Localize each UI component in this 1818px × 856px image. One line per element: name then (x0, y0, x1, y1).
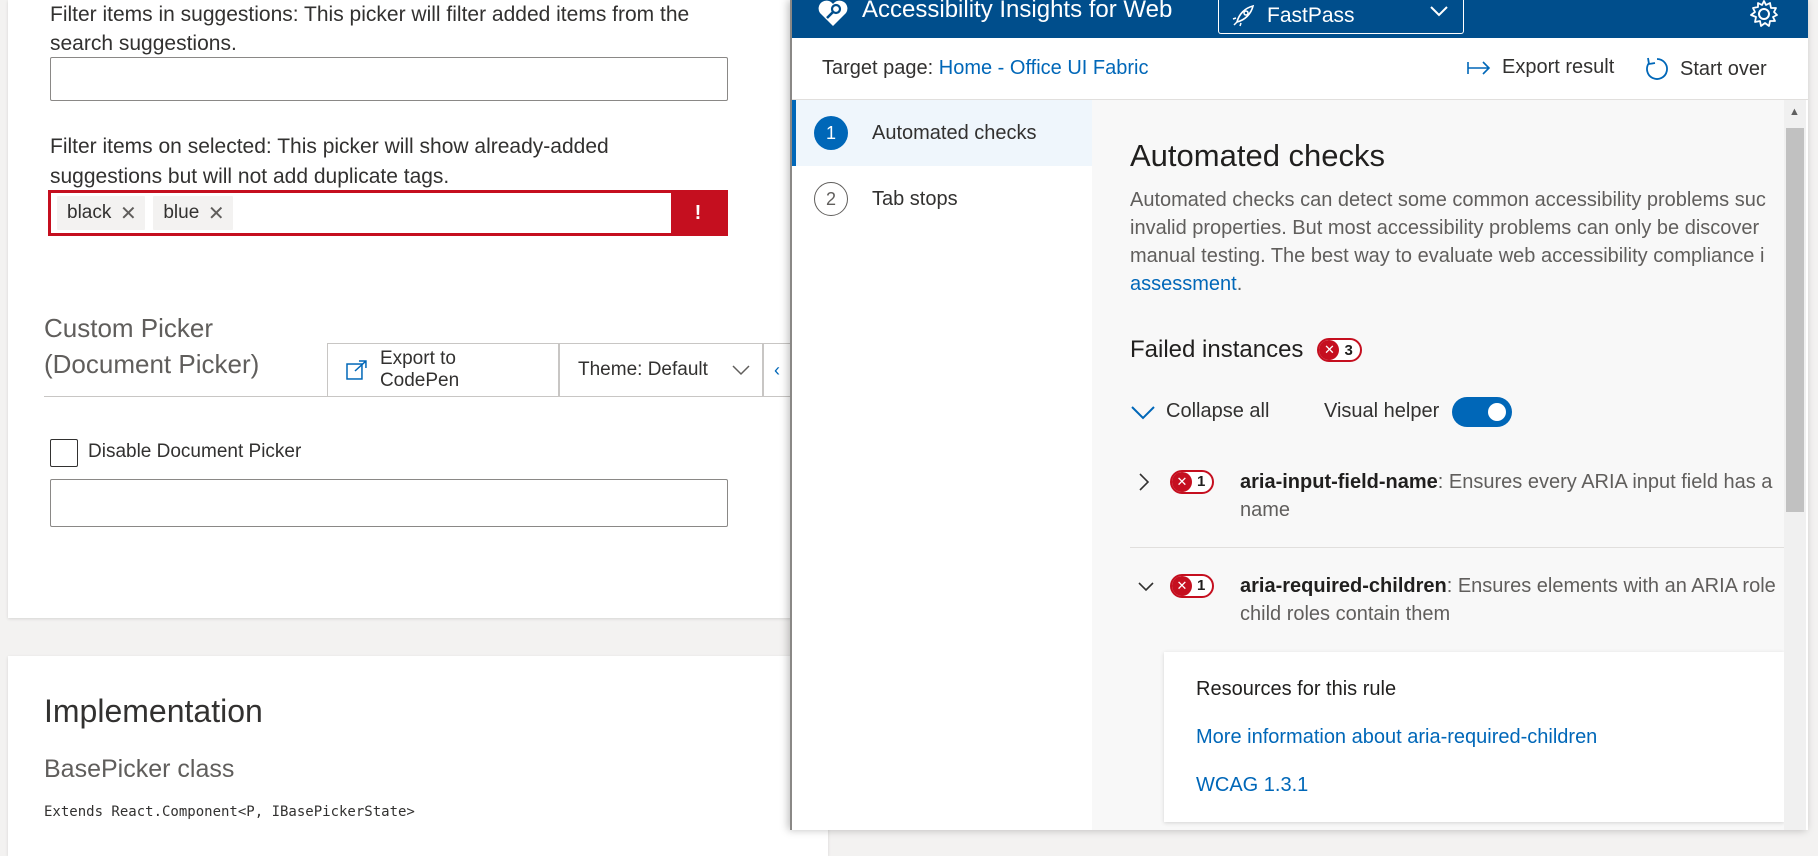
visual-helper-toggle[interactable] (1452, 397, 1512, 427)
error-indicator-icon: ! (671, 193, 725, 233)
custom-picker-title: Custom Picker (44, 313, 214, 343)
theme-dropdown[interactable]: Theme: Default (559, 343, 763, 397)
filter-suggestions-label: Filter items in suggestions: This picker… (50, 3, 690, 26)
external-link-icon (346, 360, 367, 380)
page-description: Automated checks can detect some common … (1130, 186, 1790, 298)
remove-tag-icon[interactable]: ✕ (111, 201, 145, 226)
target-page-prefix: Target page: (822, 57, 934, 79)
implementation-title: Implementation (44, 693, 263, 729)
error-icon: ✕ (1172, 472, 1192, 492)
tag-label: blue (163, 202, 200, 223)
rule-resources-card: Resources for this rule More information… (1164, 652, 1784, 822)
export-to-codepen-button[interactable]: Export to CodePen (327, 343, 559, 397)
filter-suggestions-label-2: search suggestions. (50, 32, 237, 55)
nav-label: Automated checks (872, 121, 1037, 144)
tag-item: blue ✕ (153, 196, 234, 230)
filter-suggestions-input[interactable] (50, 57, 728, 101)
description-line: Automated checks can detect some common … (1130, 189, 1766, 211)
rule-count-badge: ✕ 1 (1170, 470, 1215, 494)
rule-divider (1130, 547, 1792, 548)
export-result-label: Export result (1502, 56, 1615, 78)
theme-label: Theme: Default (578, 359, 708, 380)
content-scrollbar[interactable]: ▲ (1784, 100, 1806, 830)
failed-instances-heading: Failed instances ✕ 3 (1130, 336, 1362, 364)
rule-count: 1 (1197, 473, 1206, 490)
scrollbar-thumb[interactable] (1786, 128, 1804, 512)
step-number-badge: 2 (814, 182, 848, 216)
left-nav: 1 Automated checks 2 Tab stops (792, 100, 1092, 830)
description-line: invalid properties. But most accessibili… (1130, 217, 1760, 239)
refresh-icon (1646, 57, 1668, 80)
rule-name: aria-required-children (1240, 575, 1447, 597)
document-picker-input[interactable] (50, 479, 728, 527)
start-over-button[interactable]: Start over (1644, 56, 1767, 82)
nav-label: Tab stops (872, 187, 958, 210)
description-line: manual testing. The best way to evaluate… (1130, 245, 1765, 267)
error-icon: ✕ (1319, 340, 1340, 360)
filter-selected-label-2: suggestions but will not add duplicate t… (50, 165, 450, 188)
more-information-link[interactable]: More information about aria-required-chi… (1196, 726, 1597, 749)
disable-document-picker-label: Disable Document Picker (88, 441, 302, 462)
rule-text: aria-required-children: Ensures elements… (1240, 572, 1792, 628)
chevron-down-icon (1430, 6, 1448, 17)
app-title: Accessibility Insights for Web (862, 0, 1173, 23)
export-to-codepen-label: Export to CodePen (379, 348, 460, 391)
assessment-link[interactable]: assessment (1130, 273, 1237, 295)
wcag-link[interactable]: WCAG 1.3.1 (1196, 774, 1308, 797)
rule-description: : Ensures every ARIA input field has a (1437, 471, 1773, 493)
gear-icon[interactable] (1748, 0, 1780, 30)
failed-count: 3 (1344, 341, 1353, 359)
rule-count-badge: ✕ 1 (1170, 574, 1215, 598)
chevron-left-icon: ‹ (774, 359, 780, 380)
visual-helper-label: Visual helper (1324, 400, 1440, 422)
target-page-bar: Target page: Home - Office UI Fabric Exp… (792, 38, 1808, 100)
toggle-knob (1488, 403, 1506, 421)
accessibility-insights-logo-icon (818, 0, 848, 27)
remove-tag-icon[interactable]: ✕ (199, 201, 233, 226)
disable-document-picker-checkbox[interactable] (50, 439, 78, 467)
nav-automated-checks[interactable]: 1 Automated checks (792, 100, 1092, 166)
rule-count: 1 (1197, 577, 1206, 594)
custom-picker-title-2: (Document Picker) (44, 349, 260, 379)
mode-label: FastPass (1267, 3, 1355, 27)
basepicker-class-title: BasePicker class (44, 755, 235, 783)
rule-description: : Ensures elements with an ARIA role (1446, 575, 1776, 597)
nav-tab-stops[interactable]: 2 Tab stops (792, 166, 1092, 232)
rule-description-2: name (1240, 499, 1291, 521)
filter-selected-label: Filter items on selected: This picker wi… (50, 135, 609, 158)
chevron-down-icon (1131, 405, 1155, 419)
tag-label: black (67, 202, 112, 223)
start-over-label: Start over (1680, 57, 1767, 80)
chevron-right-icon (1139, 473, 1150, 491)
rule-description-2: child roles contain them (1240, 603, 1451, 625)
collapse-all-button[interactable]: Collapse all (1130, 400, 1269, 423)
rule-text: aria-input-field-name: Ensures every ARI… (1240, 468, 1792, 524)
scroll-up-arrow-icon[interactable]: ▲ (1789, 106, 1800, 118)
rocket-icon (1232, 4, 1255, 26)
failed-count-badge: ✕ 3 (1317, 338, 1362, 362)
chevron-down-icon (1138, 582, 1154, 592)
tag-item: black ✕ (57, 196, 146, 230)
export-result-button[interactable]: Export result (1466, 56, 1614, 79)
rule-name: aria-input-field-name (1240, 471, 1438, 493)
chevron-down-icon (732, 365, 750, 376)
description-end: . (1236, 273, 1243, 295)
failed-instances-label: Failed instances (1130, 336, 1304, 363)
mode-dropdown[interactable]: FastPass (1218, 0, 1464, 34)
error-icon: ✕ (1172, 576, 1192, 596)
page-title: Automated checks (1130, 138, 1386, 173)
target-page-label: Target page: Home - Office UI Fabric (822, 57, 1148, 80)
collapse-all-label: Collapse all (1166, 400, 1270, 422)
app-header: Accessibility Insights for Web FastPass (792, 0, 1808, 38)
export-icon (1467, 60, 1491, 75)
target-page-link[interactable]: Home - Office UI Fabric (939, 57, 1149, 79)
tag-picker-input[interactable]: black ✕ blue ✕ ! (48, 190, 728, 236)
resources-title: Resources for this rule (1196, 678, 1397, 700)
extends-code: Extends React.Component<P, IBasePickerSt… (44, 804, 415, 820)
step-number-badge: 1 (814, 116, 848, 150)
